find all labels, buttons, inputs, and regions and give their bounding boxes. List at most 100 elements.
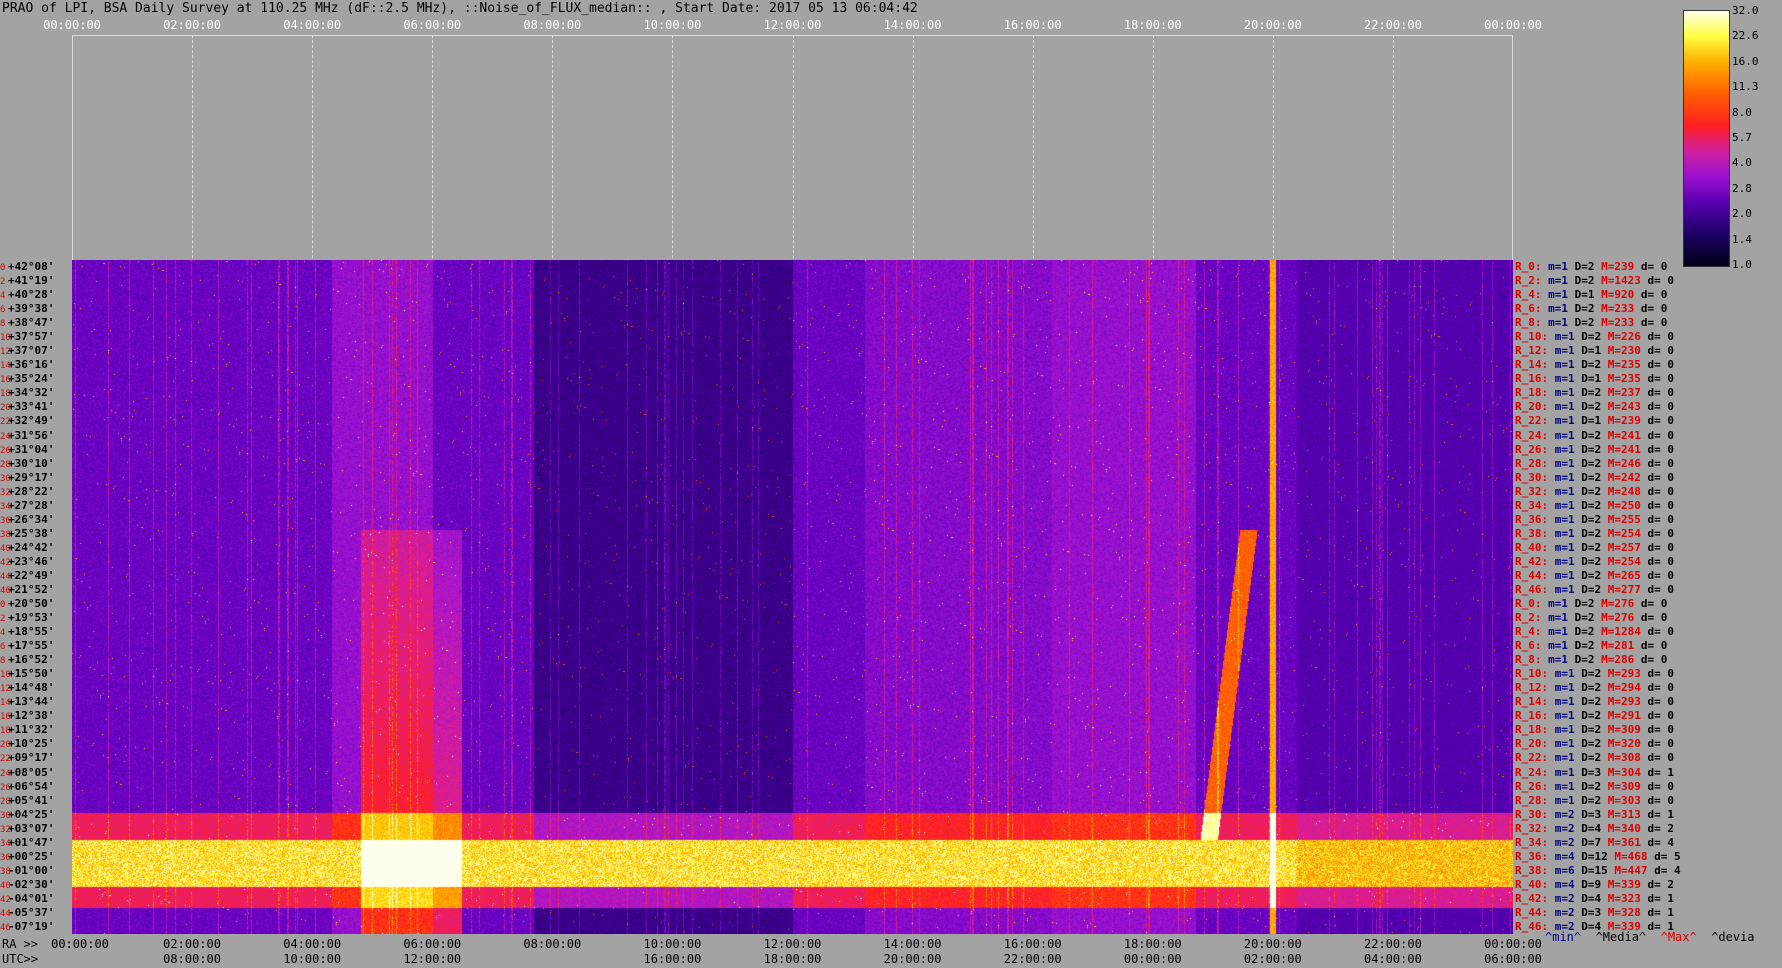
stats-beam: R_18: — [1515, 723, 1555, 737]
stats-row: R_42: m=1 D=2 M=254 d= 0 — [1515, 555, 1674, 569]
ra-tick-label: 06:00:00 — [403, 937, 462, 951]
stats-max: M=293 — [1607, 695, 1648, 709]
stats-devia: d= 0 — [1647, 681, 1675, 695]
declination-row: 18+11°32' — [0, 723, 72, 737]
declination-value: +03°07' — [8, 821, 55, 835]
stats-media: D=2 — [1574, 302, 1602, 316]
ra-time-axis: 00:00:00 02:00:00 04:00:00 06:00:00 08:00:00… — [0, 937, 1542, 951]
declination-row: 4 +18°55' — [0, 625, 72, 639]
stats-max: M=235 — [1607, 358, 1648, 372]
declination-value: +09°17' — [8, 751, 55, 765]
stats-row: R_14: m=1 D=2 M=293 d= 0 — [1515, 695, 1674, 709]
beam-index: 42 — [0, 894, 11, 905]
beam-index: 44 — [0, 571, 11, 582]
stats-min: m=1 — [1554, 386, 1582, 400]
declination-value: -04°01' — [8, 891, 55, 905]
stats-min: m=1 — [1554, 344, 1582, 358]
stats-media: D=2 — [1581, 358, 1608, 372]
stats-max: M=276 — [1601, 611, 1641, 625]
stats-media: D=2 — [1581, 751, 1608, 765]
beam-index: 12 — [0, 347, 11, 358]
stats-media: D=4 — [1581, 821, 1608, 835]
stats-beam: R_20: — [1515, 400, 1555, 414]
stats-row: R_34: m=1 D=2 M=250 d= 0 — [1515, 499, 1674, 513]
ra-tick-label: 10:00:00 — [643, 937, 702, 951]
beam-index: 38 — [0, 529, 11, 540]
stats-row: R_38: m=1 D=2 M=254 d= 0 — [1515, 527, 1674, 541]
stats-media: D=2 — [1581, 456, 1608, 470]
stats-min: m=1 — [1554, 667, 1582, 681]
stats-max: M=243 — [1607, 400, 1648, 414]
declination-value: +21°52' — [8, 582, 55, 596]
stats-media: D=12 — [1581, 849, 1615, 863]
stats-max: M=1284 — [1601, 625, 1648, 639]
stats-beam: R_24: — [1515, 765, 1555, 779]
stats-beam: R_24: — [1515, 428, 1555, 442]
stats-min: m=6 — [1554, 863, 1582, 877]
utc-tick-label: 04:00:00 — [1364, 952, 1422, 966]
stats-devia: d= 0 — [1640, 653, 1668, 667]
declination-row: 36+00°25' — [0, 850, 72, 864]
stats-max: M=313 — [1607, 807, 1648, 821]
beam-index: 32 — [0, 824, 11, 835]
stats-row: R_4: m=1 D=1 M=920 d= 0 — [1515, 288, 1667, 302]
stats-row: R_32: m=1 D=2 M=248 d= 0 — [1515, 485, 1674, 499]
stats-min: m=1 — [1548, 653, 1575, 667]
stats-max: M=254 — [1607, 526, 1648, 540]
noise-flux-heatmap[interactable] — [72, 260, 1513, 934]
ra-tick-label: 12:00:00 — [763, 937, 822, 951]
beam-index: 20 — [0, 403, 11, 414]
declination-value: +00°25' — [8, 849, 55, 863]
stats-beam: R_36: — [1515, 512, 1555, 526]
stats-min: m=1 — [1554, 498, 1582, 512]
stats-media: D=2 — [1581, 681, 1608, 695]
stats-row: R_16: m=1 D=2 M=291 d= 0 — [1515, 709, 1674, 723]
declination-value: +08°05' — [8, 765, 55, 779]
stats-beam: R_16: — [1515, 372, 1555, 386]
stats-min: m=1 — [1554, 442, 1582, 456]
stats-row: R_44: m=2 D=3 M=328 d= 1 — [1515, 906, 1674, 920]
stats-legend: ^min^ ^Media^ ^Max^ ^devia — [1545, 930, 1755, 944]
declination-value: +40°28' — [8, 288, 55, 302]
stats-devia: d= 0 — [1640, 639, 1668, 653]
colorbar-tick-label: 5.7 — [1732, 131, 1752, 144]
ra-tick-label: 00:00:00 — [1484, 937, 1542, 951]
stats-devia: d= 0 — [1647, 554, 1675, 568]
stats-devia: d= 0 — [1647, 484, 1675, 498]
stats-row: R_2: m=1 D=2 M=276 d= 0 — [1515, 611, 1667, 625]
stats-media: D=2 — [1581, 540, 1608, 554]
stats-devia: d= 0 — [1647, 470, 1675, 484]
stats-media: D=2 — [1581, 793, 1608, 807]
stats-min: m=1 — [1548, 274, 1575, 288]
stats-beam: R_40: — [1515, 877, 1555, 891]
declination-row: 18+34°32' — [0, 386, 72, 400]
stats-max: M=241 — [1607, 428, 1648, 442]
stats-devia: d= 0 — [1647, 330, 1675, 344]
declination-row: 36+26°34' — [0, 513, 72, 527]
stats-media: D=2 — [1581, 386, 1608, 400]
top-tick-label: 00:00:00 — [43, 18, 101, 32]
declination-row: 38-01°00' — [0, 864, 72, 878]
stats-row: R_38: m=6 D=15 M=447 d= 4 — [1515, 864, 1681, 878]
declination-value: +24°42' — [8, 540, 55, 554]
stats-devia: d= 2 — [1647, 821, 1675, 835]
stats-max: M=226 — [1607, 330, 1648, 344]
stats-media: D=3 — [1581, 765, 1608, 779]
stats-devia: d= 0 — [1647, 723, 1675, 737]
stats-media: D=2 — [1581, 779, 1608, 793]
stats-max: M=239 — [1601, 260, 1641, 273]
beam-index: 2 — [0, 277, 6, 288]
legend-media: ^Media^ — [1595, 930, 1647, 944]
stats-media: D=2 — [1581, 709, 1608, 723]
stats-max: M=294 — [1607, 681, 1648, 695]
stats-devia: d= 0 — [1640, 288, 1668, 302]
stats-beam: R_2: — [1515, 611, 1549, 625]
stats-row: R_12: m=1 D=1 M=230 d= 0 — [1515, 344, 1674, 358]
beam-index: 22 — [0, 417, 11, 428]
stats-max: M=291 — [1607, 709, 1648, 723]
declination-row: 42+23°46' — [0, 555, 72, 569]
stats-devia: d= 0 — [1647, 358, 1675, 372]
declination-row: 8 +38°47' — [0, 316, 72, 330]
beam-index: 18 — [0, 389, 11, 400]
declination-value: +36°16' — [8, 358, 55, 372]
